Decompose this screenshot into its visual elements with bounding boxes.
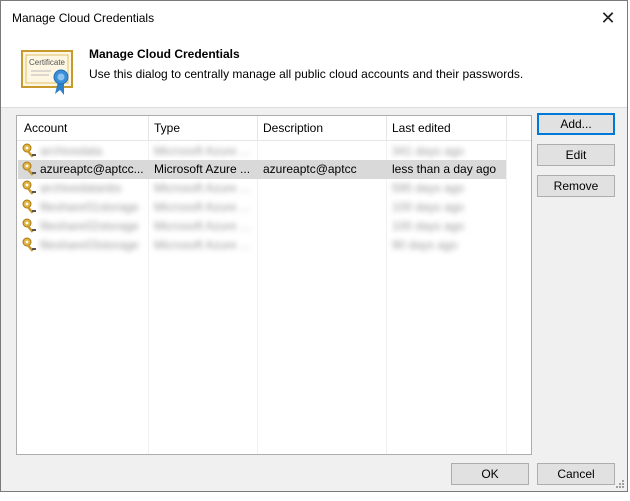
grid-header: Account Type Description Last edited (17, 116, 531, 141)
key-icon (22, 237, 36, 252)
header-separator (148, 116, 149, 140)
cell-account: fileshare03storage (40, 238, 139, 252)
resize-grip-icon[interactable] (614, 478, 624, 488)
cell-type: Microsoft Azure ... (154, 181, 251, 195)
title-bar: Manage Cloud Credentials ✕ (1, 1, 627, 35)
cell-account: fileshare02storage (40, 219, 139, 233)
edit-button[interactable]: Edit (537, 144, 615, 166)
column-header-type[interactable]: Type (154, 121, 180, 135)
key-icon (22, 143, 36, 158)
window-title: Manage Cloud Credentials (12, 11, 155, 25)
cell-last-edited: 100 days ago (392, 200, 465, 214)
key-icon (22, 218, 36, 233)
header-title: Manage Cloud Credentials (89, 47, 240, 61)
header-description: Use this dialog to centrally manage all … (89, 67, 524, 81)
remove-button[interactable]: Remove (537, 175, 615, 197)
ok-button[interactable]: OK (451, 463, 529, 485)
cell-last-edited: 595 days ago (392, 181, 465, 195)
add-button[interactable]: Add... (537, 113, 615, 135)
column-divider (506, 116, 507, 454)
cell-account: archivedatanbs (40, 181, 122, 195)
table-row[interactable]: fileshare01storage Microsoft Azure ... 1… (18, 198, 506, 217)
cell-type: Microsoft Azure ... (154, 144, 251, 158)
certificate-label: Certificate (29, 58, 66, 67)
table-row[interactable]: archivedatanbs Microsoft Azure ... 595 d… (18, 179, 506, 198)
key-icon (22, 161, 36, 176)
dialog-header: Certificate Manage Cloud Credentials Use… (1, 35, 627, 108)
key-icon (22, 199, 36, 214)
table-row[interactable]: archivedata Microsoft Azure ... 341 days… (18, 142, 506, 161)
cell-description: azureaptc@aptcc (263, 162, 357, 176)
table-row[interactable]: fileshare02storage Microsoft Azure ... 1… (18, 217, 506, 236)
cell-last-edited: 341 days ago (392, 144, 465, 158)
close-icon[interactable]: ✕ (595, 5, 621, 31)
table-row[interactable]: fileshare03storage Microsoft Azure ... 9… (18, 236, 506, 255)
key-icon (22, 180, 36, 195)
manage-cloud-credentials-dialog: Manage Cloud Credentials ✕ Certificate M… (0, 0, 628, 492)
certificate-icon: Certificate (21, 50, 73, 95)
column-header-last-edited[interactable]: Last edited (392, 121, 451, 135)
cancel-button[interactable]: Cancel (537, 463, 615, 485)
header-separator (506, 116, 507, 140)
cell-last-edited: 100 days ago (392, 219, 465, 233)
cell-last-edited: 90 days ago (392, 238, 458, 252)
cell-account: fileshare01storage (40, 200, 139, 214)
cell-last-edited: less than a day ago (392, 162, 497, 176)
cell-type: Microsoft Azure ... (154, 162, 251, 176)
credentials-grid[interactable]: Account Type Description Last edited arc… (16, 115, 532, 455)
header-separator (257, 116, 258, 140)
header-separator (386, 116, 387, 140)
cell-account: azureaptc@aptcc... (40, 162, 144, 176)
cell-type: Microsoft Azure ... (154, 238, 251, 252)
table-row-selected[interactable]: azureaptc@aptcc... Microsoft Azure ... a… (18, 160, 506, 179)
cell-account: archivedata (40, 144, 103, 158)
cell-type: Microsoft Azure ... (154, 219, 251, 233)
column-header-description[interactable]: Description (263, 121, 323, 135)
column-header-account[interactable]: Account (24, 121, 67, 135)
cell-type: Microsoft Azure ... (154, 200, 251, 214)
